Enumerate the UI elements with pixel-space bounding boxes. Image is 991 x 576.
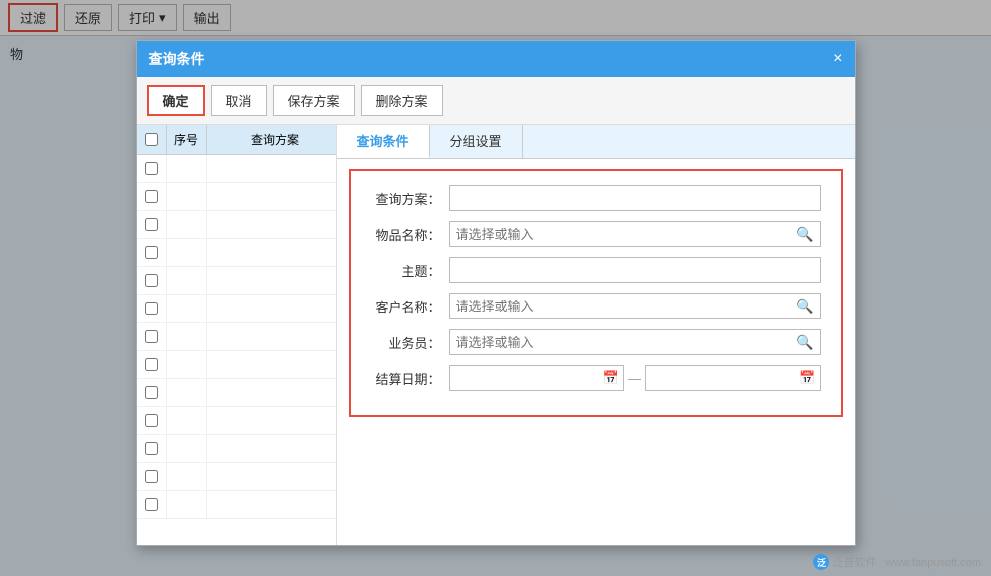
- row-checkbox[interactable]: [145, 330, 158, 343]
- row-checkbox[interactable]: [145, 386, 158, 399]
- form-row-customer: 客户名称： 🔍: [371, 293, 821, 319]
- input-item-name[interactable]: [450, 227, 791, 242]
- list-item: [137, 407, 336, 435]
- input-customer[interactable]: [450, 299, 791, 314]
- label-salesman: 业务员：: [371, 333, 441, 352]
- date-row: 📅 — 📅: [449, 365, 821, 391]
- search-item-name-icon[interactable]: 🔍: [790, 226, 819, 243]
- label-item-name: 物品名称：: [371, 225, 441, 244]
- modal-body: 序号 查询方案: [137, 125, 855, 545]
- input-salesman[interactable]: [450, 335, 791, 350]
- save-plan-button[interactable]: 保存方案: [273, 85, 355, 116]
- label-plan: 查询方案：: [371, 189, 441, 208]
- tab-group-settings[interactable]: 分组设置: [430, 125, 523, 158]
- row-checkbox[interactable]: [145, 358, 158, 371]
- list-item: [137, 267, 336, 295]
- list-item: [137, 295, 336, 323]
- row-checkbox[interactable]: [145, 414, 158, 427]
- watermark: 泛 泛普软件 www.fanpusoft.com: [813, 554, 981, 570]
- delete-plan-button[interactable]: 删除方案: [361, 85, 443, 116]
- row-checkbox[interactable]: [145, 218, 158, 231]
- row-checkbox[interactable]: [145, 246, 158, 259]
- header-no-col: 序号: [167, 125, 207, 154]
- form-row-plan: 查询方案：: [371, 185, 821, 211]
- modal-dialog: 查询条件 × 确定 取消 保存方案 删除方案 序号 查询方案: [136, 40, 856, 546]
- row-checkbox[interactable]: [145, 470, 158, 483]
- input-plan[interactable]: [449, 185, 821, 211]
- list-item: [137, 183, 336, 211]
- modal-actions: 确定 取消 保存方案 删除方案: [137, 77, 855, 125]
- left-panel-rows: [137, 155, 336, 519]
- left-panel-header: 序号 查询方案: [137, 125, 336, 155]
- row-checkbox[interactable]: [145, 442, 158, 455]
- form-row-salesman: 业务员： 🔍: [371, 329, 821, 355]
- label-subject: 主题：: [371, 261, 441, 280]
- cancel-button[interactable]: 取消: [211, 85, 267, 116]
- modal-header: 查询条件 ×: [137, 41, 855, 77]
- search-customer-icon[interactable]: 🔍: [790, 298, 819, 315]
- watermark-text: 泛普软件 www.fanpusoft.com: [832, 554, 981, 570]
- list-item: [137, 155, 336, 183]
- date-separator: —: [628, 371, 641, 386]
- list-item: [137, 323, 336, 351]
- row-checkbox[interactable]: [145, 498, 158, 511]
- tabs: 查询条件 分组设置: [337, 125, 855, 159]
- header-check-col: [137, 125, 167, 154]
- confirm-button[interactable]: 确定: [147, 85, 205, 116]
- list-item: [137, 491, 336, 519]
- watermark-logo: 泛: [813, 554, 829, 570]
- header-name-col: 查询方案: [207, 131, 336, 148]
- date-start-input[interactable]: 📅: [449, 365, 625, 391]
- modal-title: 查询条件: [149, 49, 205, 69]
- row-checkbox[interactable]: [145, 162, 158, 175]
- form-row-subject: 主题：: [371, 257, 821, 283]
- list-item: [137, 239, 336, 267]
- list-item: [137, 351, 336, 379]
- list-item: [137, 435, 336, 463]
- input-subject[interactable]: [449, 257, 821, 283]
- row-checkbox[interactable]: [145, 190, 158, 203]
- input-item-name-wrapper: 🔍: [449, 221, 821, 247]
- left-panel: 序号 查询方案: [137, 125, 337, 545]
- modal-overlay: 查询条件 × 确定 取消 保存方案 删除方案 序号 查询方案: [0, 0, 991, 576]
- form-area: 查询方案： 物品名称： 🔍 主题：: [349, 169, 843, 417]
- calendar-end-icon[interactable]: 📅: [799, 370, 815, 386]
- search-salesman-icon[interactable]: 🔍: [790, 334, 819, 351]
- tab-query-conditions[interactable]: 查询条件: [337, 125, 430, 158]
- row-checkbox[interactable]: [145, 274, 158, 287]
- list-item: [137, 379, 336, 407]
- form-row-item-name: 物品名称： 🔍: [371, 221, 821, 247]
- right-panel: 查询条件 分组设置 查询方案： 物品名称： 🔍: [337, 125, 855, 545]
- select-all-checkbox[interactable]: [145, 133, 158, 146]
- list-item: [137, 463, 336, 491]
- form-row-date: 结算日期： 📅 — 📅: [371, 365, 821, 391]
- input-customer-wrapper: 🔍: [449, 293, 821, 319]
- modal-close-button[interactable]: ×: [833, 51, 842, 67]
- list-item: [137, 211, 336, 239]
- calendar-start-icon[interactable]: 📅: [603, 370, 619, 386]
- row-checkbox[interactable]: [145, 302, 158, 315]
- input-salesman-wrapper: 🔍: [449, 329, 821, 355]
- label-customer: 客户名称：: [371, 297, 441, 316]
- date-end-input[interactable]: 📅: [645, 365, 821, 391]
- label-date: 结算日期：: [371, 369, 441, 388]
